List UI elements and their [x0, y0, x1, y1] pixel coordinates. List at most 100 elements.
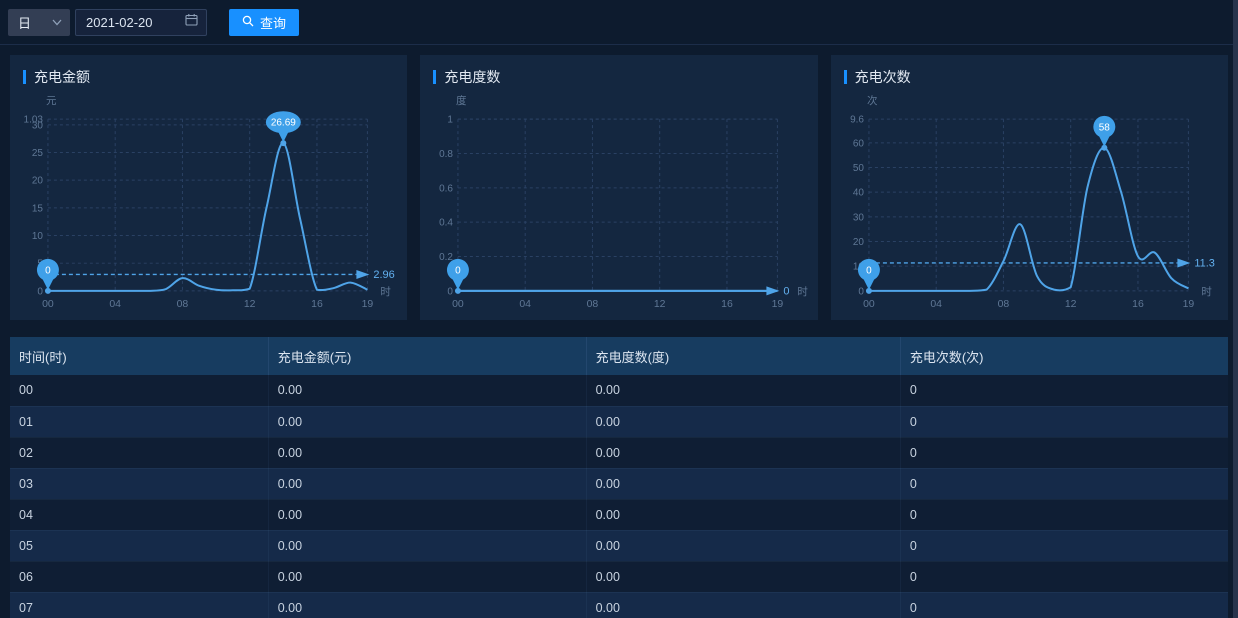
table-cell: 05: [10, 530, 268, 561]
svg-text:11.3: 11.3: [1194, 257, 1215, 269]
column-header: 充电度数(度): [586, 337, 900, 375]
svg-text:15: 15: [32, 203, 44, 214]
svg-text:60: 60: [853, 138, 865, 149]
date-input[interactable]: 2021-02-20: [75, 9, 207, 36]
svg-text:25: 25: [32, 148, 44, 159]
table-cell: 0.00: [586, 592, 900, 618]
svg-text:时: 时: [380, 286, 391, 298]
chart-charge-amount: 元1.030510152025300004081216192.96时026.69: [10, 91, 407, 320]
svg-text:08: 08: [997, 299, 1009, 310]
table-cell: 03: [10, 468, 268, 499]
svg-text:26.69: 26.69: [271, 118, 296, 129]
svg-text:0: 0: [866, 265, 872, 276]
svg-text:时: 时: [1201, 286, 1212, 298]
line-chart: 次9.6010203040506000040812161911.3时058: [831, 91, 1228, 320]
table-cell: 01: [10, 406, 268, 437]
calendar-icon: [185, 13, 198, 31]
svg-text:0: 0: [858, 286, 864, 297]
svg-text:58: 58: [1098, 122, 1110, 133]
svg-text:12: 12: [1065, 299, 1077, 310]
table-cell: 0.00: [268, 592, 586, 618]
table-cell: 06: [10, 561, 268, 592]
toolbar: 日 2021-02-20 查询: [0, 0, 1238, 45]
title-accent-bar: [433, 70, 436, 84]
date-input-value: 2021-02-20: [86, 15, 153, 30]
table-cell: 0: [900, 375, 1228, 406]
table-cell: 00: [10, 375, 268, 406]
svg-text:0: 0: [784, 285, 790, 297]
search-button[interactable]: 查询: [229, 9, 299, 36]
table-cell: 0: [900, 530, 1228, 561]
table-cell: 0: [900, 468, 1228, 499]
table-row: 030.000.000: [10, 468, 1228, 499]
panel-charge-count: 充电次数 次9.6010203040506000040812161911.3时0…: [831, 55, 1228, 320]
table-cell: 0.00: [586, 530, 900, 561]
svg-text:0: 0: [45, 265, 51, 276]
svg-text:10: 10: [32, 231, 44, 242]
title-accent-bar: [23, 70, 26, 84]
svg-text:50: 50: [853, 163, 865, 174]
svg-text:20: 20: [853, 237, 865, 248]
period-select[interactable]: 日: [8, 9, 70, 36]
panel-title-text: 充电金额: [34, 67, 90, 87]
table-cell: 0.00: [268, 437, 586, 468]
table-cell: 0.00: [268, 499, 586, 530]
table-cell: 0.00: [268, 468, 586, 499]
svg-text:度: 度: [456, 94, 467, 107]
chart-charge-energy: 度00.20.40.60.810004081216190时0: [420, 91, 817, 320]
panel-title-text: 充电次数: [855, 67, 911, 87]
svg-text:30: 30: [32, 120, 44, 131]
chevron-down-icon: [52, 13, 62, 31]
svg-text:16: 16: [1132, 299, 1144, 310]
table-cell: 0.00: [586, 437, 900, 468]
panel-title: 充电度数: [420, 67, 817, 87]
line-chart: 元1.030510152025300004081216192.96时026.69: [10, 91, 407, 320]
svg-text:08: 08: [177, 299, 189, 310]
panel-title-text: 充电度数: [444, 67, 500, 87]
charts-row: 充电金额 元1.030510152025300004081216192.96时0…: [0, 45, 1238, 320]
svg-text:元: 元: [46, 96, 57, 107]
svg-text:2.96: 2.96: [373, 269, 394, 281]
search-button-label: 查询: [260, 13, 286, 32]
title-accent-bar: [844, 70, 847, 84]
table-cell: 0: [900, 406, 1228, 437]
table-cell: 07: [10, 592, 268, 618]
chart-charge-count: 次9.6010203040506000040812161911.3时058: [831, 91, 1228, 320]
table-cell: 02: [10, 437, 268, 468]
svg-text:04: 04: [520, 299, 532, 310]
table-row: 010.000.000: [10, 406, 1228, 437]
table-cell: 0.00: [586, 561, 900, 592]
table-cell: 0.00: [586, 375, 900, 406]
svg-text:19: 19: [362, 299, 374, 310]
table-cell: 0.00: [586, 406, 900, 437]
svg-text:19: 19: [772, 299, 784, 310]
column-header: 充电金额(元): [268, 337, 586, 375]
svg-text:次: 次: [867, 94, 878, 107]
data-table: 时间(时)充电金额(元)充电度数(度)充电次数(次) 000.000.00001…: [10, 337, 1228, 618]
svg-text:0: 0: [37, 286, 43, 297]
svg-text:16: 16: [311, 299, 323, 310]
table-header-row: 时间(时)充电金额(元)充电度数(度)充电次数(次): [10, 337, 1228, 375]
svg-text:16: 16: [721, 299, 733, 310]
svg-text:04: 04: [109, 299, 121, 310]
table-cell: 0.00: [586, 468, 900, 499]
svg-text:0.8: 0.8: [439, 149, 453, 160]
panel-charge-energy: 充电度数 度00.20.40.60.810004081216190时0: [420, 55, 817, 320]
table-cell: 04: [10, 499, 268, 530]
table-cell: 0.00: [268, 561, 586, 592]
period-select-value: 日: [18, 13, 31, 32]
svg-text:40: 40: [853, 188, 865, 199]
table-cell: 0.00: [586, 499, 900, 530]
vertical-scrollbar[interactable]: [1233, 0, 1238, 618]
svg-text:08: 08: [587, 299, 599, 310]
svg-text:19: 19: [1182, 299, 1194, 310]
table-row: 050.000.000: [10, 530, 1228, 561]
column-header: 时间(时): [10, 337, 268, 375]
table-cell: 0.00: [268, 406, 586, 437]
svg-text:时: 时: [798, 286, 809, 298]
svg-text:12: 12: [654, 299, 666, 310]
svg-text:20: 20: [32, 176, 44, 187]
table-row: 060.000.000: [10, 561, 1228, 592]
data-table-wrap: 时间(时)充电金额(元)充电度数(度)充电次数(次) 000.000.00001…: [10, 337, 1228, 618]
table-cell: 0.00: [268, 375, 586, 406]
